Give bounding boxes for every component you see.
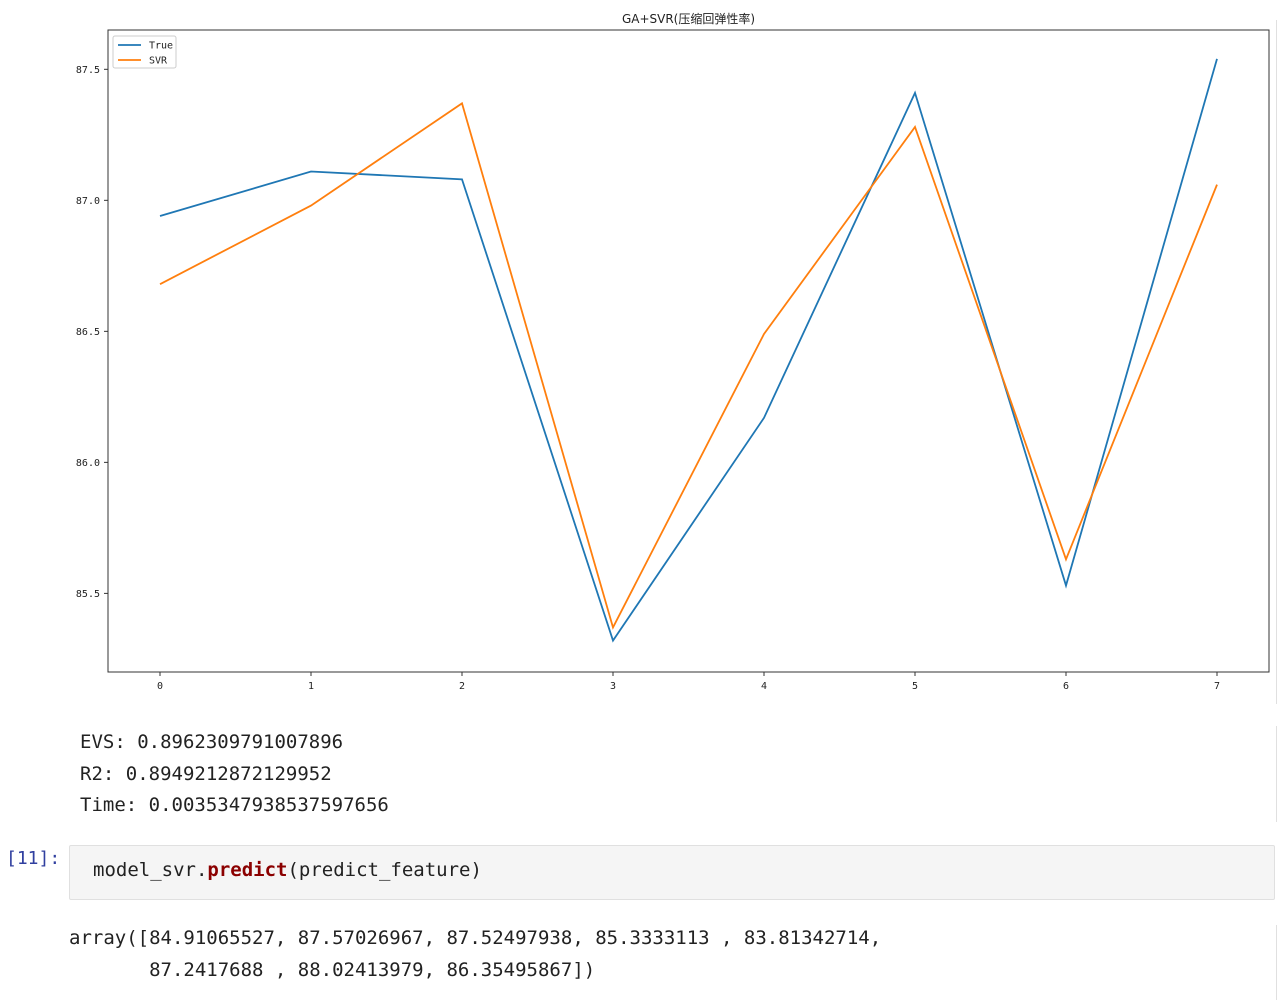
line-chart: GA+SVR(压缩回弹性率) 0 1 2 3 4 5 6 7 85.5 86.0 86.5 87.0… — [76, 11, 1270, 692]
y-tick-label: 87.5 — [76, 65, 100, 76]
x-tick-label: 5 — [912, 681, 918, 692]
array-output-line-2: 87.2417688 , 88.02413979, 86.35495867]) — [69, 959, 596, 981]
code-cell-input[interactable]: model_svr.predict(predict_feature) — [69, 845, 1275, 900]
output-scroll-edge — [1276, 726, 1277, 822]
code-line[interactable]: model_svr.predict(predict_feature) — [93, 859, 482, 881]
legend-label: True — [149, 41, 173, 52]
y-axis: 85.5 86.0 86.5 87.0 87.5 — [76, 65, 108, 600]
y-tick-label: 86.0 — [76, 458, 100, 469]
output-scroll-edge — [1276, 925, 1277, 1000]
code-arguments: (predict_feature) — [287, 859, 482, 881]
y-tick-label: 86.5 — [76, 327, 100, 338]
time-output: Time: 0.0035347938537597656 — [80, 794, 389, 816]
evs-output: EVS: 0.8962309791007896 — [80, 731, 344, 753]
code-object: model_svr. — [93, 859, 208, 881]
legend-label: SVR — [149, 56, 168, 67]
output-scroll-edge — [1276, 20, 1277, 704]
chart-title: GA+SVR(压缩回弹性率) — [622, 11, 755, 26]
cell-prompt: [11]: — [6, 848, 61, 869]
plot-area — [107, 29, 1270, 673]
y-tick-label: 87.0 — [76, 196, 100, 207]
series-line-svr — [159, 101, 1218, 630]
series-lines — [159, 58, 1218, 643]
chart-legend: True SVR — [112, 35, 177, 69]
x-tick-label: 2 — [459, 681, 465, 692]
x-axis: 0 1 2 3 4 5 6 7 — [157, 672, 1220, 692]
r2-output: R2: 0.8949212872129952 — [80, 763, 332, 785]
x-tick-label: 7 — [1214, 681, 1220, 692]
y-tick-label: 85.5 — [76, 589, 100, 600]
x-tick-label: 0 — [157, 681, 163, 692]
x-tick-label: 1 — [308, 681, 314, 692]
array-output-line-1: array([84.91065527, 87.57026967, 87.5249… — [69, 927, 882, 949]
x-tick-label: 6 — [1063, 681, 1069, 692]
code-function: predict — [207, 859, 288, 881]
series-line-true — [159, 58, 1218, 643]
x-tick-label: 4 — [761, 681, 767, 692]
x-tick-label: 3 — [610, 681, 616, 692]
chart-output: GA+SVR(压缩回弹性率) 0 1 2 3 4 5 6 7 85.5 86.0 86.5 87.0… — [0, 0, 1285, 705]
